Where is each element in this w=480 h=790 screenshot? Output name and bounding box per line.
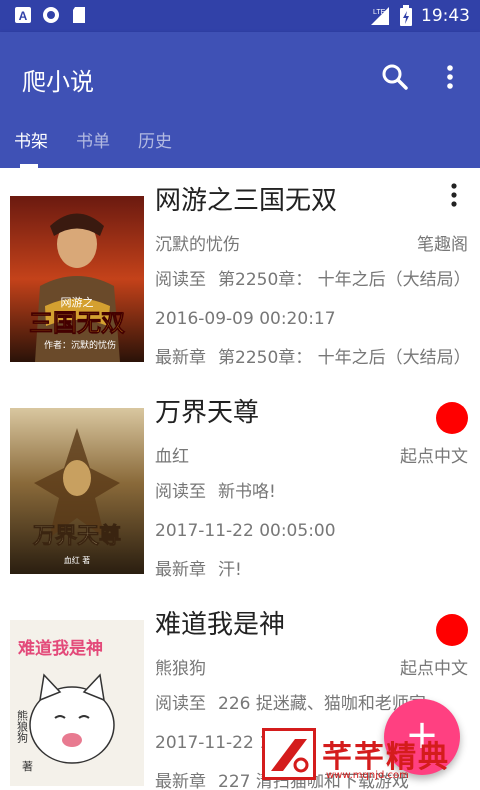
svg-text:LTE: LTE [373,9,386,16]
status-bar: A LTE 19:43 [0,0,480,32]
app-bar: 爬小说 书架 书单 历史 [0,32,480,168]
tab-bar: 书架 书单 历史 [0,128,186,168]
book-list: 网游之 三国无双 作者：沉默的忧伤 网游之三国无双 沉默的忧伤 笔趣阁 阅读至第… [0,168,480,790]
book-cover: 难道我是神 熊狼狗 著 [10,620,144,786]
svg-text:三国无双: 三国无双 [29,308,125,337]
update-badge [436,614,468,646]
book-card[interactable]: 网游之 三国无双 作者：沉默的忧伤 网游之三国无双 沉默的忧伤 笔趣阁 阅读至第… [0,168,480,380]
svg-text:万界天尊: 万界天尊 [32,523,121,549]
font-icon: A [15,7,31,23]
book-cover: 万界天尊 血红 著 [10,408,144,574]
notification-icons: A [14,6,88,24]
book-author: 熊狼狗 [155,659,206,679]
book-title: 万界天尊 [155,398,260,428]
latest-chapter: 最新章 汗! [155,560,242,580]
svg-text:网游之: 网游之 [61,295,94,309]
svg-text:血红 著: 血红 著 [64,555,91,565]
update-time: 2017-11-22 1 [155,733,271,753]
tab-bookshelf[interactable]: 书架 [0,128,62,168]
clock: 19:43 [421,6,470,26]
book-source: 笔趣阁 [417,235,468,255]
book-title: 难道我是神 [155,610,286,640]
sync-circle-icon [43,7,59,23]
svg-text:著: 著 [22,759,33,773]
more-vert-icon[interactable] [438,62,462,92]
signal-lte-icon: LTE [371,7,389,25]
battery-charging-icon [400,5,412,26]
search-icon[interactable] [380,62,410,92]
sd-card-icon [73,7,85,23]
update-badge [436,402,468,434]
book-source: 起点中文 [400,447,468,467]
svg-text:难道我是神: 难道我是神 [17,638,103,659]
book-author: 沉默的忧伤 [155,235,240,255]
svg-text:熊狼狗: 熊狼狗 [16,709,29,744]
book-source: 起点中文 [400,659,468,679]
tab-booklist[interactable]: 书单 [62,128,124,168]
latest-chapter: 最新章 第2250章： 十年之后（大结局） [155,348,468,368]
app-title: 爬小说 [22,68,94,96]
watermark-url: www.mqnjd.com [326,770,409,781]
update-time: 2016-09-09 00:20:17 [155,309,336,329]
read-progress: 阅读至 新书咯! [155,482,276,502]
svg-text:A: A [19,9,28,23]
book-menu-icon[interactable] [447,182,461,210]
watermark: 芊芊精典 www.mqnjd.com [262,728,454,781]
book-card[interactable]: 万界天尊 血红 著 万界天尊 血红 起点中文 阅读至 新书咯! 2017-11-2… [0,380,480,592]
book-title: 网游之三国无双 [155,186,338,216]
read-progress: 阅读至 第2250章： 十年之后（大结局） [155,270,468,290]
watermark-logo-icon [262,728,316,780]
svg-text:作者：沉默的忧伤: 作者：沉默的忧伤 [44,339,116,351]
tab-history[interactable]: 历史 [124,128,186,168]
book-cover: 网游之 三国无双 作者：沉默的忧伤 [10,196,144,362]
book-author: 血红 [155,447,189,467]
update-time: 2017-11-22 00:05:00 [155,521,336,541]
